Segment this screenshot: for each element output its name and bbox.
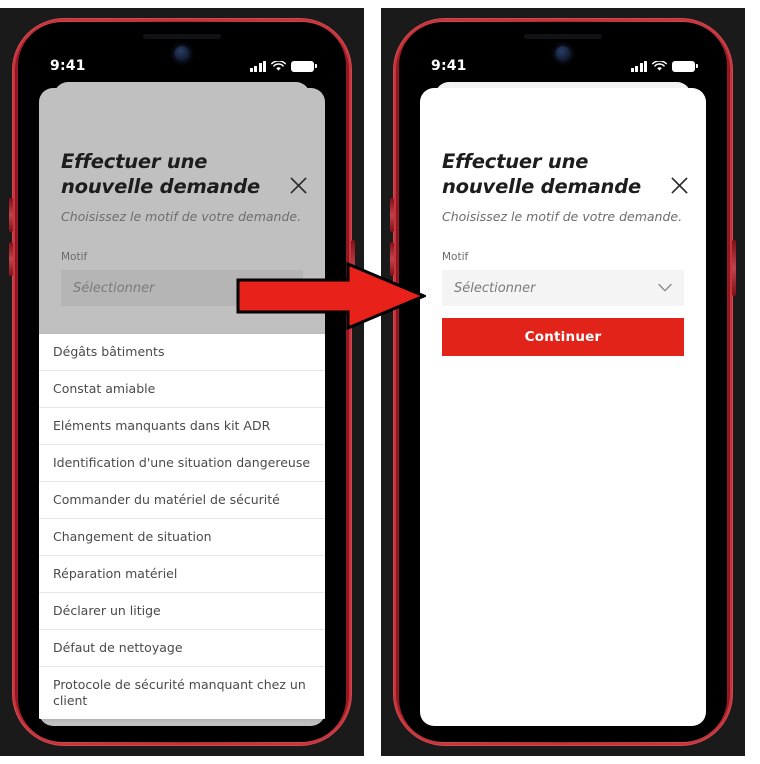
dropdown-option[interactable]: Déclarer un litige [39,593,325,630]
continue-button[interactable]: Continuer [442,318,684,357]
app-surface-right: 9:41 Effectuer une nouvelle demande Choi… [409,32,717,732]
app-surface-left: 9:41 Effectuer une nouvelle demande Choi… [28,32,336,732]
dropdown-option[interactable]: Commander du matériel de sécurité [39,482,325,519]
power-button-right[interactable] [732,240,736,296]
sheet-title-right: Effectuer une nouvelle demande [442,150,642,198]
sheet-subtitle-right: Choisissez le motif de votre demande. [442,208,683,224]
volume-up-button-right[interactable] [390,198,394,232]
screen-left: 9:41 Effectuer une nouvelle demande Choi… [28,32,336,732]
sheet-title-left: Effectuer une nouvelle demande [61,150,261,198]
motif-select-placeholder-right: Sélectionner [454,280,536,296]
dropdown-option[interactable]: Protocole de sécurité manquant chez un c… [39,667,325,719]
close-button-right[interactable] [666,172,692,198]
status-icons [630,60,698,72]
phone-right: 9:41 Effectuer une nouvelle demande Choi… [381,8,745,756]
battery-full-icon [672,60,698,72]
volume-down-button-left[interactable] [9,242,13,276]
screenshot-stage: 9:41 Effectuer une nouvelle demande Choi… [0,0,760,764]
dropdown-option[interactable]: Dégâts bâtiments [39,334,325,371]
status-bar-left: 9:41 [28,54,336,78]
dropdown-option[interactable]: Constat amiable [39,371,325,408]
status-bar-right: 9:41 [409,54,717,78]
volume-down-button-right[interactable] [390,242,394,276]
motif-select-placeholder-left: Sélectionner [73,280,155,296]
dropdown-option[interactable]: Défaut de nettoyage [39,630,325,667]
motif-dropdown-list[interactable]: Dégâts bâtiments Constat amiable Eléments … [39,334,325,719]
dropdown-option[interactable]: Changement de situation [39,519,325,556]
battery-full-icon [291,60,317,72]
wifi-icon [652,60,667,71]
earpiece-speaker-icon [524,34,602,39]
motif-field-label-left: Motif [61,251,88,264]
cellular-signal-icon [249,60,266,72]
modal-sheet-right: Effectuer une nouvelle demande Choisisse… [420,88,706,726]
chevron-down-icon [658,283,672,292]
wifi-icon [271,60,286,71]
status-icons [249,60,317,72]
earpiece-speaker-icon [143,34,221,39]
phone-right-bezel: 9:41 Effectuer une nouvelle demande Choi… [399,22,727,742]
dropdown-option[interactable]: Identification d'une situation dangereus… [39,445,325,482]
close-x-icon [289,176,307,194]
close-x-icon [670,176,688,194]
motif-select-right[interactable]: Sélectionner [442,270,684,307]
phone-left: 9:41 Effectuer une nouvelle demande Choi… [0,8,364,756]
close-button-left[interactable] [285,172,311,198]
panel-divider [379,0,381,764]
cellular-signal-icon [630,60,647,72]
motif-select-left[interactable]: Sélectionner [61,270,303,307]
dropdown-option[interactable]: Eléments manquants dans kit ADR [39,408,325,445]
phone-left-bezel: 9:41 Effectuer une nouvelle demande Choi… [18,22,346,742]
dropdown-option[interactable]: Réparation matériel [39,556,325,593]
sheet-subtitle-left: Choisissez le motif de votre demande. [61,208,302,224]
power-button-left[interactable] [351,240,355,296]
volume-up-button-left[interactable] [9,198,13,232]
motif-field-label-right: Motif [442,251,469,264]
screen-right: 9:41 Effectuer une nouvelle demande Choi… [409,32,717,732]
status-time: 9:41 [431,58,467,74]
status-time: 9:41 [50,58,86,74]
